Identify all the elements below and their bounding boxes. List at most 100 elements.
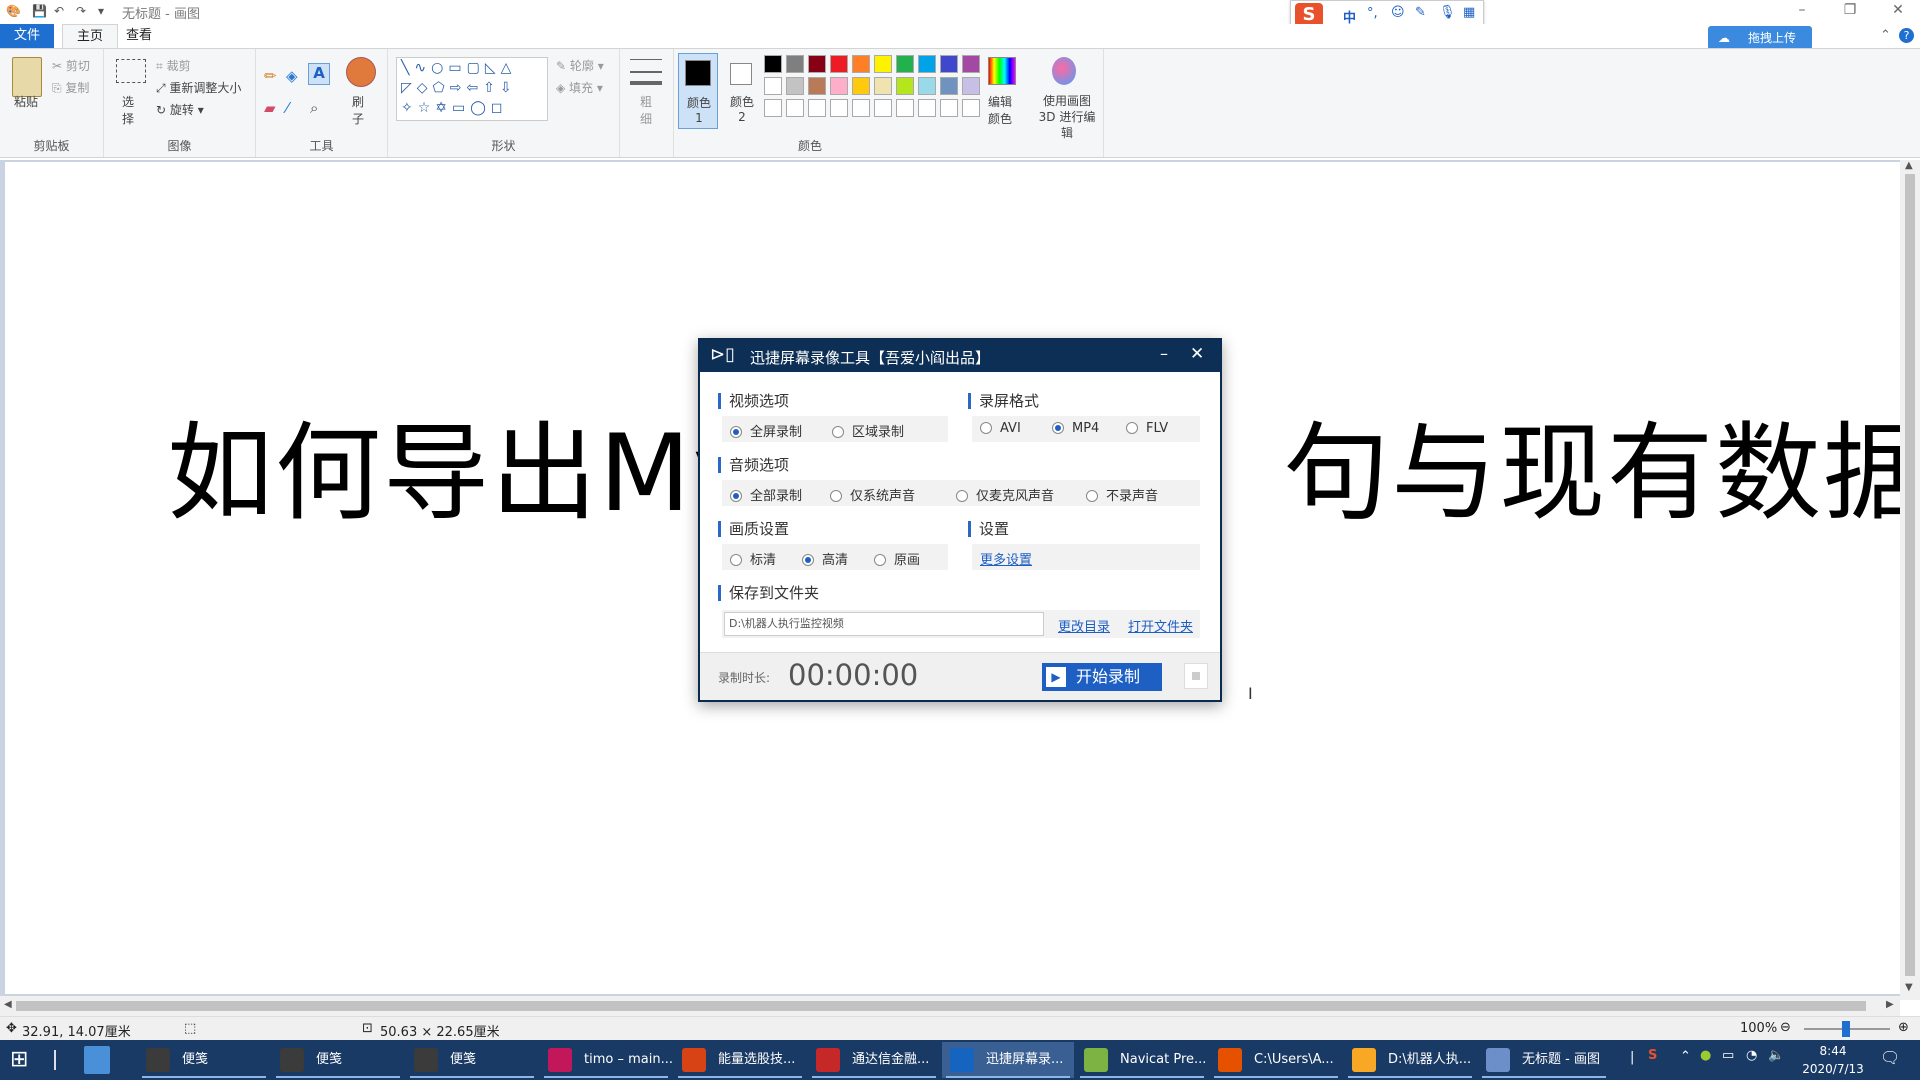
more-settings-link[interactable]: 更多设置: [980, 549, 1032, 568]
palette-swatch[interactable]: [940, 55, 958, 73]
color2-button[interactable]: 颜色 2: [722, 53, 762, 129]
vertical-scroll-thumb[interactable]: [1905, 174, 1915, 976]
palette-swatch[interactable]: [764, 99, 782, 117]
palette-swatch[interactable]: [918, 99, 936, 117]
rotate-button[interactable]: ↻ 旋转 ▾: [156, 101, 204, 118]
copy-button[interactable]: ⎘ 复制: [52, 79, 89, 96]
scroll-left-icon[interactable]: ◀: [4, 999, 12, 1010]
dialog-title-bar[interactable]: ⊳▯ 迅捷屏幕录像工具【吾爱小阎出品】 – ✕: [700, 340, 1220, 372]
palette-swatch[interactable]: [896, 55, 914, 73]
palette-swatch[interactable]: [852, 55, 870, 73]
color-palette[interactable]: [764, 55, 990, 121]
select-icon[interactable]: [116, 59, 146, 83]
horizontal-scroll-thumb[interactable]: [16, 1001, 1866, 1011]
taskbar-app[interactable]: C:\Users\A...: [1210, 1042, 1342, 1078]
format-option-avi[interactable]: AVI: [980, 421, 1021, 436]
save-path-field[interactable]: D:\机器人执行监控视频: [724, 612, 1044, 636]
palette-swatch[interactable]: [874, 55, 892, 73]
palette-swatch[interactable]: [852, 99, 870, 117]
eraser-icon[interactable]: ▰: [264, 99, 276, 117]
taskbar-app[interactable]: 无标题 - 画图: [1478, 1042, 1610, 1078]
tray-app-icon[interactable]: ●: [1700, 1048, 1711, 1063]
pen-icon[interactable]: ✎: [1415, 5, 1426, 20]
video-option-region[interactable]: 区域录制: [832, 421, 904, 440]
zoom-in-icon[interactable]: ⊕: [1898, 1020, 1909, 1035]
taskbar-app[interactable]: 便笺: [138, 1042, 270, 1078]
format-option-flv[interactable]: FLV: [1126, 421, 1168, 436]
palette-swatch[interactable]: [786, 99, 804, 117]
edit-colors-button[interactable]: 编辑颜色: [988, 93, 1016, 127]
tab-home[interactable]: 主页: [62, 24, 119, 48]
outline-button[interactable]: ✎ 轮廓 ▾: [556, 57, 604, 74]
zoom-slider-thumb[interactable]: [1842, 1021, 1850, 1037]
color-picker-icon[interactable]: ⁄: [286, 99, 289, 117]
palette-swatch[interactable]: [764, 55, 782, 73]
format-option-mp4[interactable]: MP4: [1052, 421, 1099, 436]
palette-swatch[interactable]: [786, 77, 804, 95]
punctuation-icon[interactable]: °,: [1367, 6, 1378, 21]
vertical-scrollbar[interactable]: ▲ ▼: [1900, 160, 1920, 1000]
brush-icon[interactable]: [346, 57, 376, 87]
stop-button[interactable]: [1184, 663, 1208, 689]
volume-icon[interactable]: 🔈: [1768, 1048, 1784, 1063]
quality-option-hd[interactable]: 高清: [802, 549, 848, 568]
palette-swatch[interactable]: [962, 99, 980, 117]
redo-icon[interactable]: ↷: [76, 4, 86, 18]
palette-swatch[interactable]: [764, 77, 782, 95]
taskbar-app[interactable]: 便笺: [272, 1042, 404, 1078]
fill-button[interactable]: ◈ 填充 ▾: [556, 79, 603, 96]
restore-button[interactable]: ❐: [1830, 2, 1870, 22]
network-icon[interactable]: ◔: [1746, 1048, 1757, 1063]
windows-start-icon[interactable]: ⊞: [10, 1048, 34, 1072]
color1-button[interactable]: 颜色 1: [678, 53, 718, 129]
palette-swatch[interactable]: [830, 55, 848, 73]
palette-swatch[interactable]: [808, 77, 826, 95]
pencil-icon[interactable]: ✏: [264, 67, 277, 85]
palette-swatch[interactable]: [962, 77, 980, 95]
start-recording-button[interactable]: ▶ 开始录制: [1042, 663, 1162, 691]
minimize-button[interactable]: –: [1782, 2, 1822, 22]
paste-icon[interactable]: [12, 57, 42, 97]
taskbar-app[interactable]: timo – main...: [540, 1042, 672, 1078]
help-icon[interactable]: ?: [1899, 28, 1914, 43]
palette-swatch[interactable]: [896, 77, 914, 95]
magnifier-icon[interactable]: ⌕: [310, 99, 318, 117]
task-view-icon[interactable]: [54, 1050, 56, 1070]
resize-button[interactable]: ⤢ 重新调整大小: [156, 79, 241, 96]
taskbar-app[interactable]: Navicat Pre...: [1076, 1042, 1208, 1078]
sogou-tray-icon[interactable]: S: [1648, 1048, 1657, 1063]
open-folder-link[interactable]: 打开文件夹: [1128, 616, 1193, 635]
brushes-button[interactable]: 刷子: [352, 93, 366, 127]
palette-swatch[interactable]: [918, 77, 936, 95]
taskbar-app[interactable]: 便笺: [406, 1042, 538, 1078]
palette-swatch[interactable]: [962, 55, 980, 73]
save-icon[interactable]: 💾: [32, 4, 47, 18]
palette-swatch[interactable]: [852, 77, 870, 95]
palette-swatch[interactable]: [918, 55, 936, 73]
cut-button[interactable]: ✂ 剪切: [52, 57, 90, 74]
microphone-icon[interactable]: 🎙: [1439, 5, 1456, 20]
palette-swatch[interactable]: [808, 99, 826, 117]
video-option-fullscreen[interactable]: 全屏录制: [730, 421, 802, 440]
palette-swatch[interactable]: [940, 99, 958, 117]
clock[interactable]: 8:44 2020/7/13: [1790, 1040, 1876, 1078]
size-button[interactable]: 粗细: [640, 93, 654, 127]
paste-button[interactable]: 粘贴: [14, 93, 38, 110]
paint3d-button[interactable]: 使用画图 3D 进行编辑: [1034, 93, 1100, 141]
scroll-down-icon[interactable]: ▼: [1905, 982, 1913, 993]
customize-toolbar-icon[interactable]: ▾: [98, 4, 104, 18]
tab-file[interactable]: 文件: [0, 24, 54, 48]
dialog-close-button[interactable]: ✕: [1190, 344, 1204, 364]
change-dir-link[interactable]: 更改目录: [1058, 616, 1110, 635]
palette-swatch[interactable]: [830, 77, 848, 95]
palette-swatch[interactable]: [874, 99, 892, 117]
cloud-upload-button[interactable]: ☁ 拖拽上传: [1708, 26, 1812, 50]
scroll-right-icon[interactable]: ▶: [1886, 999, 1894, 1010]
audio-option-none[interactable]: 不录声音: [1086, 485, 1158, 504]
palette-swatch[interactable]: [830, 99, 848, 117]
notification-icon[interactable]: 🗨: [1880, 1048, 1900, 1067]
calculator-icon[interactable]: [84, 1046, 110, 1074]
paint3d-icon[interactable]: [1052, 57, 1076, 85]
horizontal-scrollbar[interactable]: ◀ ▶: [0, 996, 1900, 1016]
collapse-ribbon-icon[interactable]: ⌃: [1880, 28, 1891, 43]
